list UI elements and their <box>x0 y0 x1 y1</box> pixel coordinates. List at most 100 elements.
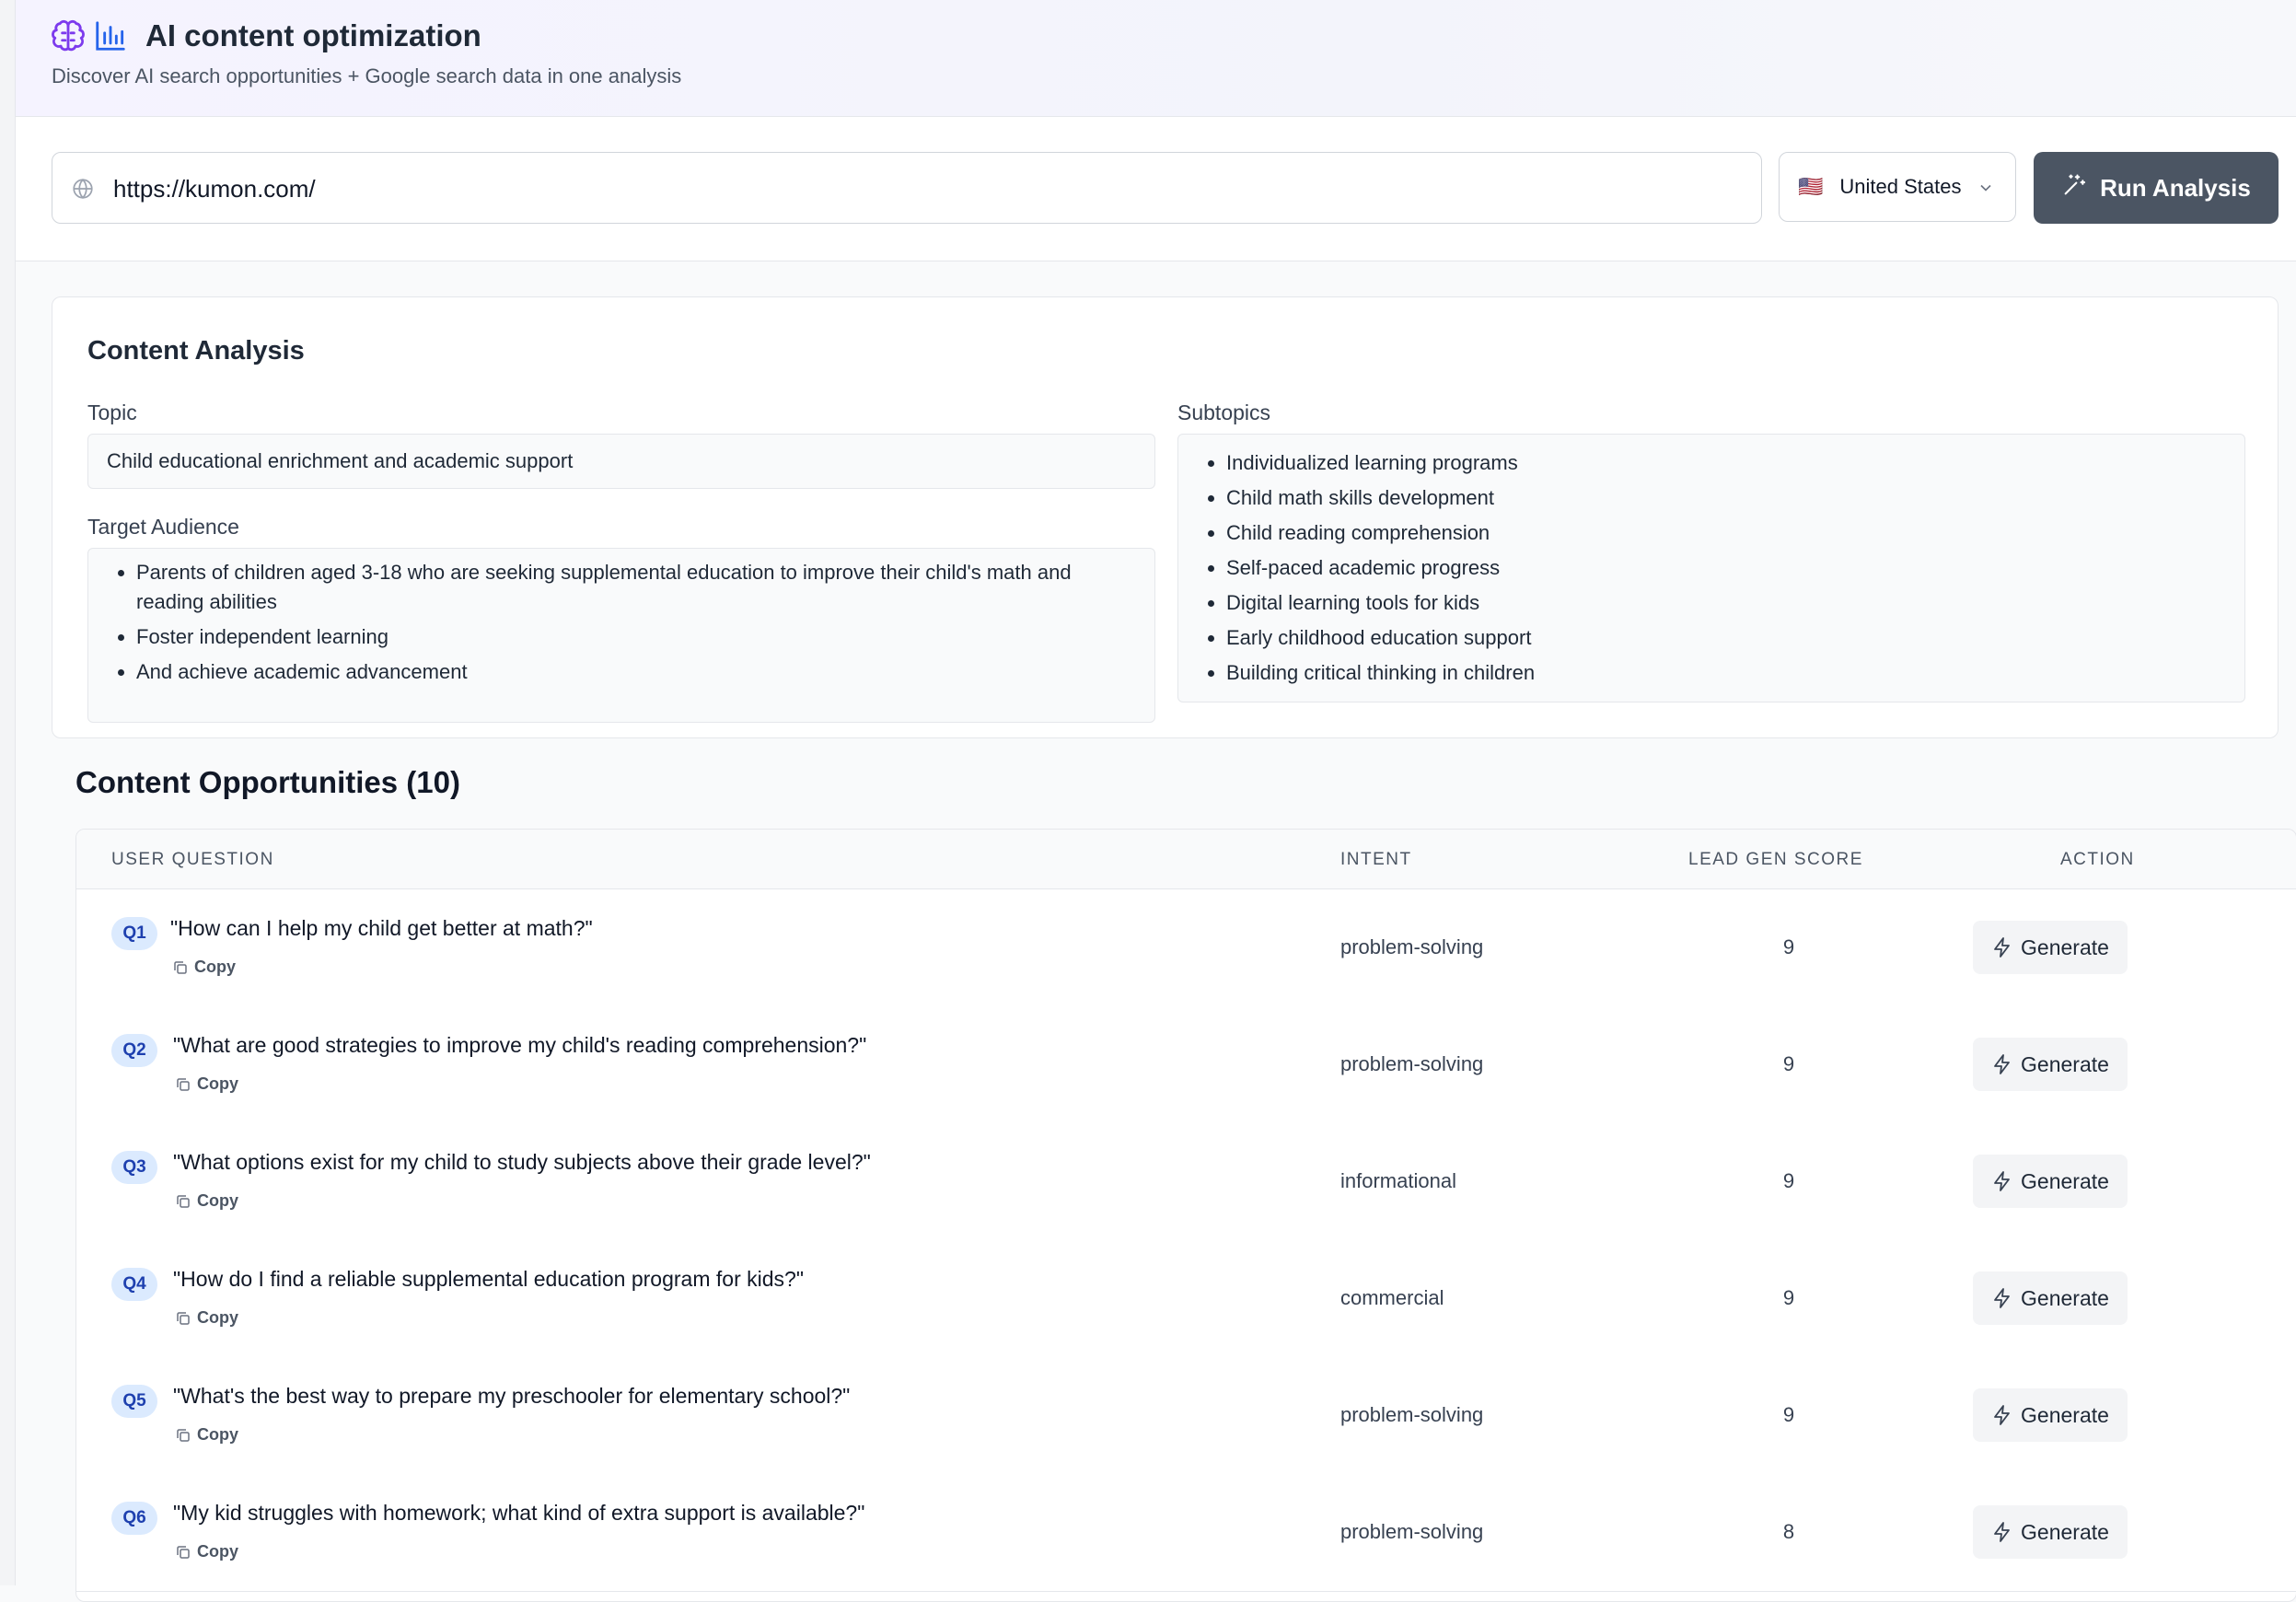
copy-button[interactable]: Copy <box>175 1074 238 1094</box>
question-badge: Q2 <box>111 1034 157 1067</box>
copy-icon <box>177 1311 190 1325</box>
sparkles-icon <box>2061 172 2087 204</box>
opportunities-table: USER QUESTION INTENT LEAD GEN SCORE ACTI… <box>75 829 2296 1602</box>
lead-score-value: 9 <box>1782 935 1795 958</box>
copy-label: Copy <box>197 1425 238 1444</box>
generate-button[interactable]: Generate <box>1973 1155 2128 1208</box>
opportunities-title: Content Opportunities (10) <box>75 765 460 799</box>
copy-button[interactable]: Copy <box>175 1542 238 1561</box>
lead-score-value: 8 <box>1782 1520 1795 1543</box>
column-header-question: USER QUESTION <box>111 850 274 869</box>
run-analysis-button[interactable]: Run Analysis <box>2034 152 2279 224</box>
question-badge: Q5 <box>111 1385 157 1418</box>
table-row: Q4 "How do I find a reliable supplementa… <box>76 1240 2296 1358</box>
content-analysis-card: Content Analysis Topic Child educational… <box>52 296 2279 738</box>
topic-label: Topic <box>87 400 137 424</box>
topic-box: Child educational enrichment and academi… <box>87 434 1155 489</box>
intent-value: problem-solving <box>1340 1520 1484 1543</box>
subtopic-item: Building critical thinking in children <box>1226 656 2226 691</box>
subtopics-list: Individualized learning programs Child m… <box>1178 446 2226 691</box>
copy-icon <box>177 1194 190 1208</box>
lightning-icon <box>1994 1405 2010 1425</box>
subtopics-box: Individualized learning programs Child m… <box>1177 434 2245 702</box>
generate-button[interactable]: Generate <box>1973 1271 2128 1325</box>
subtopics-label: Subtopics <box>1177 400 1271 424</box>
copy-label: Copy <box>194 958 236 976</box>
copy-label: Copy <box>197 1542 238 1561</box>
lead-score-value: 9 <box>1782 1403 1795 1426</box>
generate-button[interactable]: Generate <box>1973 1388 2128 1442</box>
country-label: United States <box>1839 175 1962 198</box>
generate-button[interactable]: Generate <box>1973 921 2128 974</box>
question-text: "What's the best way to prepare my presc… <box>173 1384 851 1408</box>
table-row: Q6 "My kid struggles with homework; what… <box>76 1474 2296 1592</box>
page-header: AI content optimization Discover AI sear… <box>16 0 2296 117</box>
audience-box: Parents of children aged 3-18 who are se… <box>87 548 1155 723</box>
run-analysis-label: Run Analysis <box>2100 173 2251 202</box>
copy-label: Copy <box>197 1074 238 1093</box>
country-select[interactable]: 🇺🇸 United States <box>1779 152 2016 222</box>
table-row: Q5 "What's the best way to prepare my pr… <box>76 1357 2296 1475</box>
copy-button[interactable]: Copy <box>172 958 236 977</box>
audience-list: Parents of children aged 3-18 who are se… <box>88 558 1136 687</box>
url-field[interactable] <box>52 152 1762 224</box>
subtopic-item: Child reading comprehension <box>1226 516 2226 551</box>
lightning-icon <box>1994 1522 2010 1542</box>
chevron-down-icon <box>1977 179 1995 203</box>
question-badge: Q4 <box>111 1268 157 1301</box>
intent-value: problem-solving <box>1340 935 1484 958</box>
lead-score-value: 9 <box>1782 1052 1795 1075</box>
copy-button[interactable]: Copy <box>175 1308 238 1328</box>
column-header-intent: INTENT <box>1340 850 1412 869</box>
page-title: AI content optimization <box>145 18 481 52</box>
flag-icon: 🇺🇸 <box>1798 175 1824 198</box>
column-header-action: ACTION <box>2060 850 2135 869</box>
lightning-icon <box>1994 1288 2010 1308</box>
generate-label: Generate <box>2021 1285 2109 1310</box>
lightning-icon <box>1994 1171 2010 1191</box>
copy-label: Copy <box>197 1191 238 1210</box>
question-text: "What options exist for my child to stud… <box>173 1150 871 1174</box>
page-subtitle: Discover AI search opportunities + Googl… <box>52 64 682 87</box>
generate-label: Generate <box>2021 934 2109 959</box>
question-text: "How can I help my child get better at m… <box>170 916 593 940</box>
generate-label: Generate <box>2021 1168 2109 1193</box>
table-row: Q2 "What are good strategies to improve … <box>76 1006 2296 1124</box>
topic-value: Child educational enrichment and academi… <box>107 449 574 472</box>
question-badge: Q6 <box>111 1502 157 1535</box>
question-text: "What are good strategies to improve my … <box>173 1033 867 1057</box>
question-badge: Q1 <box>111 917 157 950</box>
question-badge: Q3 <box>111 1151 157 1184</box>
copy-button[interactable]: Copy <box>175 1191 238 1211</box>
content-analysis-title: Content Analysis <box>87 336 305 366</box>
generate-label: Generate <box>2021 1519 2109 1544</box>
table-row: Q3 "What options exist for my child to s… <box>76 1123 2296 1241</box>
intent-value: commercial <box>1340 1286 1444 1309</box>
subtopic-item: Early childhood education support <box>1226 621 2226 656</box>
copy-icon <box>177 1077 190 1091</box>
analysis-toolbar: 🇺🇸 United States Run Analysis <box>16 117 2296 261</box>
generate-button[interactable]: Generate <box>1973 1038 2128 1091</box>
table-row: Q1 "How can I help my child get better a… <box>76 889 2296 1007</box>
lightning-icon <box>1994 1054 2010 1074</box>
lightning-icon <box>1994 937 2010 958</box>
copy-icon <box>174 960 187 974</box>
subtopic-item: Child math skills development <box>1226 481 2226 516</box>
copy-icon <box>177 1428 190 1442</box>
lead-score-value: 9 <box>1782 1286 1795 1309</box>
lead-score-value: 9 <box>1782 1169 1795 1192</box>
header-logo <box>51 18 128 58</box>
left-edge-rule <box>0 0 16 1585</box>
subtopic-item: Self-paced academic progress <box>1226 551 2226 586</box>
url-input[interactable] <box>111 168 1735 210</box>
main-panel: AI content optimization Discover AI sear… <box>16 0 2296 1602</box>
generate-label: Generate <box>2021 1051 2109 1076</box>
generate-button[interactable]: Generate <box>1973 1505 2128 1559</box>
copy-button[interactable]: Copy <box>175 1425 238 1445</box>
generate-label: Generate <box>2021 1402 2109 1427</box>
column-header-score: LEAD GEN SCORE <box>1688 850 1863 869</box>
intent-value: problem-solving <box>1340 1403 1484 1426</box>
audience-item: Foster independent learning <box>136 622 1136 652</box>
globe-icon <box>71 177 95 205</box>
audience-label: Target Audience <box>87 515 239 539</box>
